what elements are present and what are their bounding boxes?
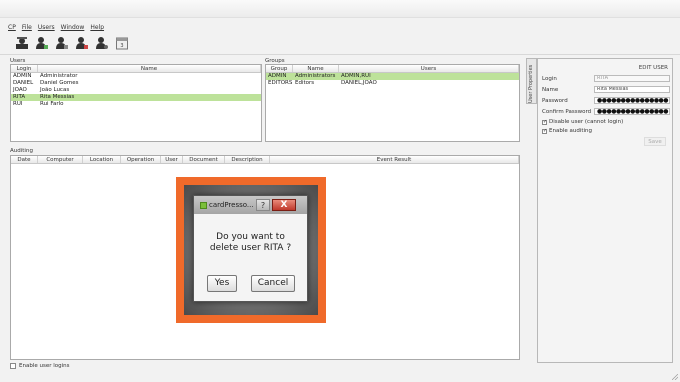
delete-user-icon[interactable] — [74, 35, 90, 51]
auditing-col-user[interactable]: User — [161, 156, 183, 163]
users-col-name[interactable]: Name — [38, 65, 261, 72]
login-field: RITA — [594, 75, 670, 82]
svg-text:3: 3 — [120, 43, 123, 49]
resize-grip-icon[interactable] — [672, 374, 678, 380]
save-button[interactable]: Save — [644, 137, 666, 146]
delete-confirm-dialog: cardPresso... ? X Do you want to delete … — [193, 195, 308, 302]
groups-header: Group Name Users — [266, 65, 519, 73]
name-field[interactable]: Rita Messias — [594, 86, 670, 93]
menu-file[interactable]: File — [22, 24, 32, 34]
login-label: Login — [542, 76, 557, 82]
users-row[interactable]: RUI Rui Farlo — [11, 101, 261, 108]
users-col-login[interactable]: Login — [11, 65, 38, 72]
groups-table[interactable]: Group Name Users ADMIN Administrators ADMI… — [265, 64, 520, 142]
groups-row-selected[interactable]: ADMIN Administrators ADMIN,RUI — [266, 73, 519, 80]
cancel-button[interactable]: Cancel — [251, 275, 295, 292]
menu-users[interactable]: Users — [38, 24, 55, 34]
dialog-title: cardPresso... — [209, 201, 254, 209]
dialog-message: Do you want to delete user RITA ? — [209, 232, 292, 253]
enable-user-logins-box — [10, 363, 16, 369]
add-user-icon[interactable] — [34, 35, 50, 51]
auditing-col-location[interactable]: Location — [83, 156, 121, 163]
enable-user-logins-checkbox[interactable]: Enable user logins — [10, 363, 70, 369]
users-row[interactable]: ADMIN Administrator — [11, 73, 261, 80]
menu-bar: CP File Users Window Help — [8, 24, 104, 34]
user-settings-icon[interactable] — [94, 35, 110, 51]
dialog-titlebar[interactable]: cardPresso... ? X — [194, 196, 307, 214]
toolbar-divider — [0, 54, 680, 55]
users-table[interactable]: Login Name ADMIN Administrator DANIEL Dani… — [10, 64, 262, 142]
user-properties-panel: EDIT USER Login RITA Name Rita Messias P… — [537, 58, 673, 363]
user-properties-tab[interactable]: User Properties — [526, 58, 537, 104]
auditing-title: Auditing — [10, 148, 33, 154]
close-button[interactable]: X — [272, 199, 296, 211]
auditing-col-computer[interactable]: Computer — [38, 156, 83, 163]
edit-user-icon[interactable] — [54, 35, 70, 51]
users-row[interactable]: JOÃO João Lucas — [11, 87, 261, 94]
disable-user-checkbox[interactable]: ✓ Disable user (cannot login) — [542, 119, 623, 125]
users-group-icon[interactable] — [14, 35, 30, 51]
users-header: Login Name — [11, 65, 261, 73]
calendar-icon[interactable]: 3 — [114, 35, 130, 51]
cardpresso-icon — [200, 202, 207, 209]
confirm-password-label: Confirm Password — [542, 109, 592, 115]
auditing-col-date[interactable]: Date — [11, 156, 38, 163]
password-field[interactable]: ●●●●●●●●●●●●●●● — [594, 97, 670, 104]
window-titlebar — [0, 0, 680, 18]
groups-col-name[interactable]: Name — [293, 65, 339, 72]
groups-col-users[interactable]: Users — [339, 65, 519, 72]
groups-row[interactable]: EDITORS Editors DANIEL,JOÃO — [266, 80, 519, 87]
enable-auditing-check-icon: ✓ — [542, 127, 548, 134]
auditing-col-operation[interactable]: Operation — [121, 156, 161, 163]
menu-help[interactable]: Help — [90, 24, 104, 34]
toolbar: 3 — [14, 35, 130, 53]
auditing-header: Date Computer Location Operation User Do… — [11, 156, 519, 164]
user-properties-tab-label: User Properties — [528, 64, 534, 103]
yes-button[interactable]: Yes — [207, 275, 237, 292]
confirm-password-field[interactable]: ●●●●●●●●●●●●●●● — [594, 108, 670, 115]
password-label: Password — [542, 98, 568, 104]
enable-auditing-checkbox[interactable]: ✓ Enable auditing — [542, 128, 592, 134]
edit-user-title: EDIT USER — [638, 65, 668, 71]
help-button[interactable]: ? — [256, 199, 270, 211]
name-label: Name — [542, 87, 559, 93]
auditing-col-event-result[interactable]: Event Result — [270, 156, 519, 163]
groups-col-group[interactable]: Group — [266, 65, 293, 72]
menu-window[interactable]: Window — [61, 24, 85, 34]
menu-cp[interactable]: CP — [8, 24, 16, 34]
auditing-col-description[interactable]: Description — [225, 156, 270, 163]
users-row-selected[interactable]: RITA Rita Messias — [11, 94, 261, 101]
auditing-col-document[interactable]: Document — [183, 156, 225, 163]
disable-user-check-icon: ✓ — [542, 118, 548, 125]
users-row[interactable]: DANIEL Daniel Gomes — [11, 80, 261, 87]
